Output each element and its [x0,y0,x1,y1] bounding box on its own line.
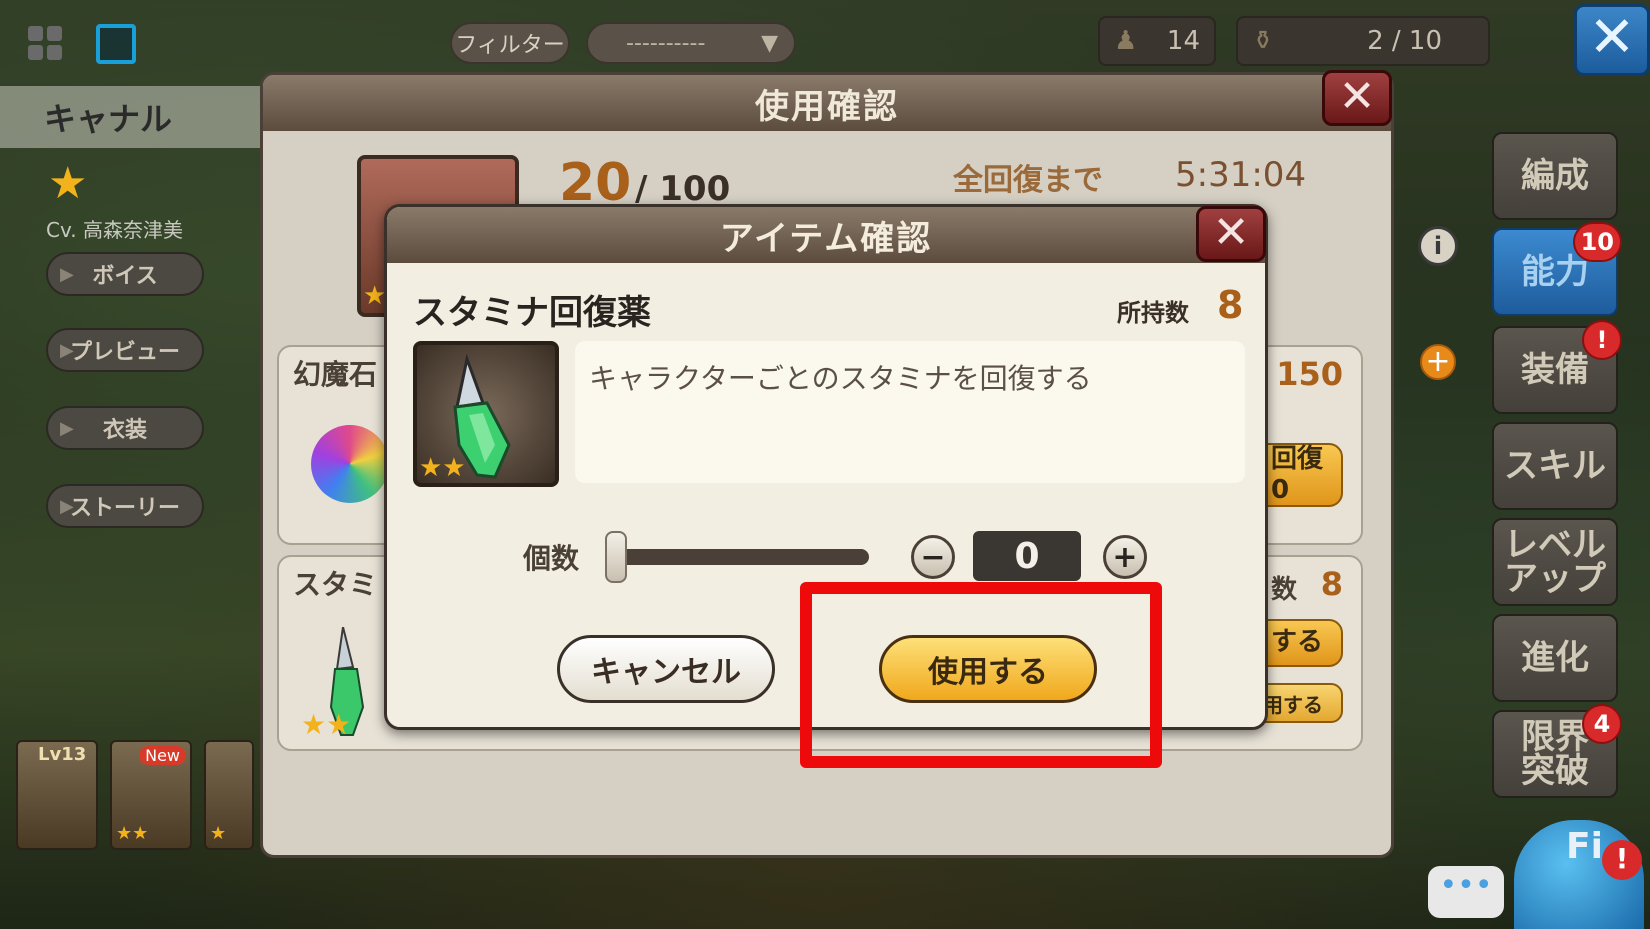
play-icon: ▶ [60,263,74,285]
chat-icon[interactable]: ••• [1428,866,1504,918]
full-recovery-label: 全回復まで [953,163,1103,198]
close-icon[interactable]: ✕ [1196,206,1266,262]
chevron-down-icon: ▼ [761,30,778,56]
card-stars: ★★ [301,708,352,741]
notification-badge: 10 [1572,222,1622,262]
preview-button-label: プレビュー [69,340,180,365]
alert-icon: ! [1602,840,1642,880]
menu-label: 進化 [1521,638,1589,678]
menu-label: 限界 突破 [1521,717,1589,791]
info-icon[interactable]: i [1418,226,1458,266]
menu-skill-button[interactable]: スキル [1492,422,1618,510]
stamina-potion-icon: ★★ [413,341,559,487]
cancel-button[interactable]: キャンセル [557,635,775,703]
owned-value: 8 [1320,565,1343,603]
stat-counter-b: ⚱ 2 / 10 [1236,16,1490,66]
alert-badge: ! [1582,320,1622,360]
rarity-stars: ★★ [419,453,466,483]
item-name: スタミナ回復薬 [413,293,651,333]
menu-formation-button[interactable]: 編成 [1492,132,1618,220]
new-badge: New [139,746,186,765]
menu-label: スキル [1504,446,1606,486]
menu-levelup-button[interactable]: レベル アップ [1492,518,1618,606]
gem-cost: 150 [1276,355,1343,393]
stamina-max: / 100 [635,169,731,209]
play-icon: ▶ [60,417,74,439]
top-close-icon[interactable]: ✕ [1574,4,1650,76]
full-recovery-time: 5:31:04 [1175,155,1307,195]
play-icon: ▶ [60,339,74,361]
quantity-slider-track[interactable] [607,549,869,565]
dialog-title: 使用確認 [263,75,1391,131]
card-title: 幻魔石 [293,358,378,391]
thumb-level: Lv13 [38,744,87,765]
owned-label: 数 [1270,575,1297,605]
filter-button[interactable]: フィルター [450,22,570,64]
mascot-button[interactable]: Fi ! [1514,820,1644,929]
decrease-button[interactable]: − [911,535,955,579]
menu-label: レベル アップ [1504,525,1606,599]
menu-label: 編成 [1521,156,1589,196]
gem-icon [311,425,389,503]
figure-icon: ♟ [1114,26,1138,56]
stat-a-value: 14 [1166,26,1200,56]
story-button-label: ストーリー [69,496,180,521]
preview-button[interactable]: ▶ プレビュー [46,328,204,372]
mascot-label: Fi [1566,826,1603,867]
quantity-value: 0 [973,531,1081,581]
play-icon: ▶ [60,495,74,517]
owned-count-label: 所持数 [1117,299,1189,327]
costume-button-label: 衣装 [102,418,147,443]
stat-b-value: 2 / 10 [1367,26,1442,56]
filter-select[interactable]: ---------- ▼ [586,22,796,64]
rarity-star-icon: ★ [48,158,88,209]
notification-badge: 4 [1582,704,1622,744]
dialog-title: アイテム確認 [387,207,1265,263]
increase-button[interactable]: + [1103,535,1147,579]
plus-icon[interactable]: + [1420,344,1456,380]
quantity-slider-handle[interactable] [605,531,627,583]
stat-counter-a: ♟ 14 [1098,16,1216,66]
costume-button[interactable]: ▶ 衣装 [46,406,204,450]
top-bar: フィルター ---------- ▼ ♟ 14 ⚱ 2 / 10 ✕ [0,0,1650,82]
menu-label: 装備 [1521,350,1589,390]
menu-ability-button[interactable]: 能力 10 [1492,222,1622,316]
highlight-box [800,582,1162,768]
menu-label: 能力 [1521,252,1589,292]
voice-button-label: ボイス [92,264,158,289]
quantity-label: 個数 [523,542,580,575]
voice-button[interactable]: ▶ ボイス [46,252,204,296]
thumb-stars: ★★ [116,823,149,844]
card-title: スタミ [293,568,378,601]
grid-menu-icon[interactable] [28,26,62,60]
menu-limitbreak-button[interactable]: 限界 突破 4 [1492,704,1622,798]
select-square-icon[interactable] [96,24,136,64]
item-description: キャラクターごとのスタミナを回復する [575,341,1245,483]
character-thumb[interactable]: Lv13 [16,740,98,850]
owned-count-value: 8 [1217,283,1244,327]
story-button[interactable]: ▶ ストーリー [46,484,204,528]
character-name: キャナル [0,86,260,148]
character-thumb[interactable]: ★ [204,740,254,850]
jar-icon: ⚱ [1252,26,1274,56]
thumb-stars: ★ [210,823,227,844]
voice-actor-label: Cv. 高森奈津美 [46,218,183,242]
rarity-star-icon: ★ [363,281,387,311]
close-icon[interactable]: ✕ [1322,70,1392,126]
filter-select-value: ---------- [626,30,706,56]
character-thumb[interactable]: New ★★ [110,740,192,850]
menu-evolve-button[interactable]: 進化 [1492,614,1618,702]
menu-equipment-button[interactable]: 装備! [1492,320,1622,414]
